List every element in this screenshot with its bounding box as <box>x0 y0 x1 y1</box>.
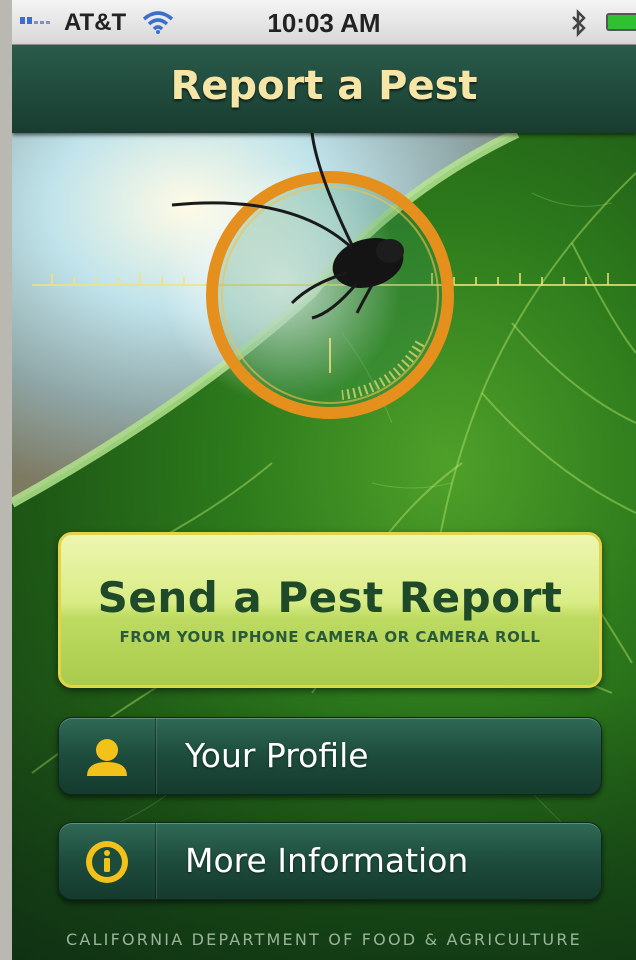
your-profile-label: Your Profile <box>185 736 369 775</box>
info-icon-cell <box>59 823 156 899</box>
send-pest-report-button[interactable]: Send a Pest Report FROM YOUR IPHONE CAME… <box>58 532 602 688</box>
send-pest-report-subtitle: FROM YOUR IPHONE CAMERA OR CAMERA ROLL <box>119 628 541 646</box>
person-icon <box>87 739 127 776</box>
more-information-button[interactable]: More Information <box>58 822 602 900</box>
send-pest-report-title: Send a Pest Report <box>97 573 563 622</box>
footer-text: CALIFORNIA DEPARTMENT OF FOOD & AGRICULT… <box>66 930 582 949</box>
nav-bar: Report a Pest <box>12 45 636 133</box>
bluetooth-icon <box>572 9 586 37</box>
your-profile-button[interactable]: Your Profile <box>58 717 602 795</box>
page-title: Report a Pest <box>170 63 478 109</box>
status-time: 10:03 AM <box>267 8 381 38</box>
status-bar: AT&T 10:03 AM <box>12 0 636 45</box>
info-icon <box>86 841 128 883</box>
phone-screen: AT&T 10:03 AM Report a Pest Send a Pest … <box>12 0 636 960</box>
profile-icon-cell <box>59 718 156 794</box>
more-information-label: More Information <box>185 841 469 880</box>
battery-icon <box>606 13 636 31</box>
